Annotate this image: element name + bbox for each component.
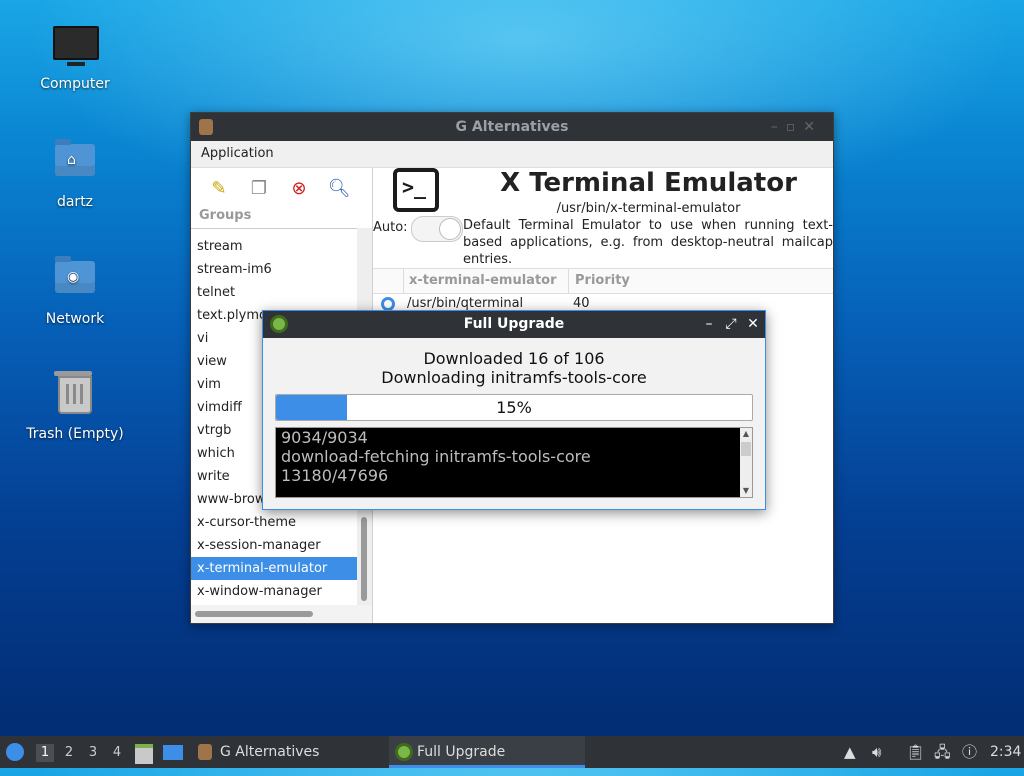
workspace-3[interactable]: 3 bbox=[84, 744, 102, 762]
dialog-title: Full Upgrade bbox=[463, 316, 565, 332]
column-header-priority[interactable]: Priority bbox=[575, 273, 630, 288]
taskbar: 1 2 3 4 G Alternatives Full Upgrade ▲ 🔊︎… bbox=[0, 736, 1024, 768]
window-controls[interactable]: –▫✕ bbox=[771, 113, 823, 141]
alternative-title: X Terminal Emulator bbox=[500, 168, 797, 198]
row-path: /usr/bin/qterminal bbox=[407, 296, 524, 311]
galternatives-task-icon bbox=[198, 744, 212, 760]
selected-radio[interactable] bbox=[381, 297, 395, 311]
start-menu-icon[interactable] bbox=[6, 736, 26, 768]
menu-application[interactable]: Application bbox=[201, 146, 274, 161]
clipboard-icon[interactable]: 📋︎ bbox=[906, 736, 925, 768]
computer-icon bbox=[53, 26, 99, 70]
group-item[interactable]: stream-im6 bbox=[191, 258, 357, 281]
group-item-selected[interactable]: x-terminal-emulator bbox=[191, 557, 357, 580]
group-item[interactable]: stream bbox=[191, 235, 357, 258]
new-icon[interactable]: ✎ bbox=[205, 174, 233, 202]
notification-icon[interactable]: ⓘ bbox=[962, 736, 977, 768]
group-item[interactable]: x-window-manager bbox=[191, 580, 357, 603]
toolbar: ✎ ❐ ⊗ 🔍︎ bbox=[191, 168, 372, 208]
group-item[interactable]: x-session-manager bbox=[191, 534, 357, 557]
volume-icon[interactable]: 🔊︎ bbox=[872, 736, 881, 768]
terminal-icon: >_ bbox=[393, 168, 439, 212]
download-count: Downloaded 16 of 106 bbox=[423, 349, 605, 368]
window-title: G Alternatives bbox=[455, 119, 569, 135]
app-icon bbox=[199, 119, 213, 135]
alternatives-table-header: x-terminal-emulator Priority bbox=[373, 268, 833, 294]
trash-icon bbox=[53, 371, 97, 420]
upgrade-log[interactable]: 9034/9034 download-fetching initramfs-to… bbox=[275, 427, 753, 498]
log-line: 9034/9034 bbox=[281, 428, 368, 447]
full-upgrade-dialog: Full Upgrade – ⤢ ✕ Downloaded 16 of 106 … bbox=[262, 310, 766, 510]
auto-label: Auto: bbox=[373, 220, 408, 235]
task-galternatives[interactable]: G Alternatives bbox=[192, 736, 406, 768]
alternative-path: /usr/bin/x-terminal-emulator bbox=[556, 201, 741, 216]
search-icon[interactable]: 🔍︎ bbox=[325, 174, 353, 202]
task-full-upgrade[interactable]: Full Upgrade bbox=[389, 736, 585, 768]
auto-toggle[interactable] bbox=[411, 216, 463, 242]
workspace-4[interactable]: 4 bbox=[108, 744, 126, 762]
groups-horizontal-scrollbar[interactable] bbox=[191, 605, 372, 623]
download-package: Downloading initramfs-tools-core bbox=[381, 368, 647, 387]
dialog-controls: – ⤢ ✕ bbox=[703, 311, 759, 338]
scroll-down-icon[interactable]: ▼ bbox=[740, 485, 752, 497]
gear-icon bbox=[395, 743, 413, 761]
log-scrollbar[interactable]: ▲ ▼ bbox=[740, 428, 752, 497]
group-item[interactable]: x-cursor-theme bbox=[191, 511, 357, 534]
network-icon[interactable]: 🖧 bbox=[934, 736, 951, 768]
desktop-icon-label: dartz bbox=[56, 194, 94, 210]
window-titlebar[interactable]: G Alternatives –▫✕ bbox=[191, 113, 833, 141]
close-button[interactable]: ✕ bbox=[747, 311, 759, 338]
task-label: G Alternatives bbox=[220, 744, 320, 760]
network-folder-icon: ◉ bbox=[53, 256, 97, 305]
desktop-icon-label: Computer bbox=[40, 76, 110, 92]
task-label: Full Upgrade bbox=[417, 744, 506, 760]
row-priority: 40 bbox=[573, 296, 590, 311]
delete-icon[interactable]: ⊗ bbox=[285, 174, 313, 202]
log-line: download-fetching initramfs-tools-core bbox=[281, 447, 591, 466]
properties-icon[interactable]: ❐ bbox=[245, 174, 273, 202]
scroll-up-icon[interactable]: ▲ bbox=[740, 428, 752, 440]
file-manager-icon[interactable] bbox=[135, 736, 153, 768]
column-header-name[interactable]: x-terminal-emulator bbox=[409, 273, 557, 288]
maximize-button[interactable]: ⤢ bbox=[725, 311, 737, 338]
home-folder-icon: ⌂ bbox=[53, 139, 97, 188]
update-notifier-icon[interactable]: ▲ bbox=[844, 736, 856, 768]
desktop-icon-computer[interactable]: Computer bbox=[20, 22, 130, 92]
progress-percent: 15% bbox=[496, 398, 532, 417]
menubar: Application bbox=[191, 141, 833, 168]
alternative-description: Default Terminal Emulator to use when ru… bbox=[463, 218, 833, 267]
workspace-2[interactable]: 2 bbox=[60, 744, 78, 762]
groups-header: Groups bbox=[191, 208, 372, 229]
desktop-icon-label: Network bbox=[45, 311, 105, 327]
workspace-1[interactable]: 1 bbox=[36, 744, 54, 762]
clock[interactable]: 2:34 bbox=[990, 736, 1021, 768]
group-item[interactable]: telnet bbox=[191, 281, 357, 304]
desktop-icon-label: Trash (Empty) bbox=[26, 426, 124, 442]
gear-icon bbox=[270, 315, 288, 333]
desktop-icon-home[interactable]: ⌂ dartz bbox=[20, 138, 130, 210]
desktop-icon-network[interactable]: ◉ Network bbox=[20, 255, 130, 327]
progress-bar: 15% bbox=[275, 394, 753, 421]
show-desktop-icon[interactable] bbox=[163, 736, 183, 768]
minimize-button[interactable]: – bbox=[703, 311, 715, 338]
desktop-icon-trash[interactable]: Trash (Empty) bbox=[20, 371, 130, 442]
dialog-titlebar[interactable]: Full Upgrade – ⤢ ✕ bbox=[263, 311, 765, 338]
log-line: 13180/47696 bbox=[281, 466, 389, 485]
